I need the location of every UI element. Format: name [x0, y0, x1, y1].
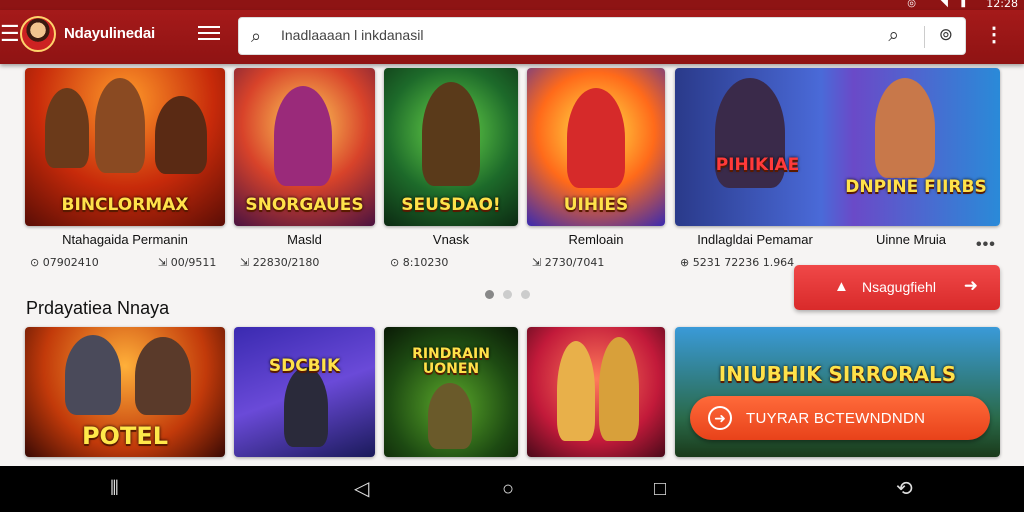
app-title: Ndayulinedai — [64, 25, 155, 42]
home-icon[interactable]: ○ — [502, 478, 514, 500]
game-card[interactable]: UIHIES — [527, 68, 665, 226]
voice-search-icon[interactable]: ⊚ — [939, 25, 953, 45]
game-stats: ⊙ 8:10230 — [390, 256, 449, 269]
game-card[interactable]: BINCLORMAX — [25, 68, 225, 226]
rotate-icon[interactable]: ⟲ — [896, 478, 913, 500]
pager-dot[interactable] — [521, 290, 530, 299]
avatar[interactable] — [20, 16, 56, 52]
drawer-edge-icon[interactable]: ☰ — [0, 22, 20, 46]
promo-button-label: TUYRAR BCTEWNDNDN — [746, 410, 926, 427]
game-card[interactable]: SDCBIK — [234, 327, 375, 457]
game-stats: ⇲ 22830/2180 — [240, 256, 320, 269]
game-card[interactable]: SEUSDAO! — [384, 68, 518, 226]
game-card-title-art: RINDRAIN UONEN — [412, 346, 490, 377]
search-icon: ⌕ — [251, 26, 262, 46]
game-name[interactable]: Masld — [234, 232, 375, 247]
pager-dot-active[interactable] — [485, 290, 494, 299]
game-card[interactable]: PIHIKIAE DNPINE FIIRBS — [675, 68, 1000, 226]
game-name[interactable]: Ntahagaida Permanin — [25, 232, 225, 247]
overview-icon[interactable]: □ — [654, 478, 666, 500]
red-action-button-label: Nsagugfiehl — [862, 279, 936, 295]
santa-hat-icon: ▲ — [834, 278, 849, 295]
game-card-title-art: PIHIKIAE — [715, 155, 800, 175]
menu-icon[interactable] — [198, 22, 220, 46]
section-title: Prdayatiea Nnaya — [26, 298, 170, 318]
status-time: 12:28 — [986, 0, 1018, 10]
promo-button[interactable]: ➜ TUYRAR BCTEWNDNDN — [690, 396, 990, 440]
game-card-title-art: BINCLORMAX — [61, 195, 189, 215]
game-stats: ⇲ 00/9511 — [158, 256, 217, 269]
game-card-title-art: SDCBIK — [268, 356, 341, 376]
game-stats: ⊙ 07902410 — [30, 256, 99, 269]
search-bar: ⌕ ⌕ ⊚ — [238, 17, 966, 55]
game-card-title-art: SNORGAUES — [245, 195, 364, 215]
search-divider — [924, 26, 925, 48]
carousel-pager[interactable] — [485, 286, 539, 304]
signal-icon: ◥ — [940, 0, 948, 9]
game-name[interactable]: Uinne Mruia — [856, 232, 966, 247]
back-icon[interactable]: ◁ — [354, 478, 369, 500]
search-input[interactable] — [281, 27, 801, 43]
status-bar: ◎ ◥ ▮ 12:28 — [0, 0, 1024, 10]
game-name[interactable]: Remloain — [527, 232, 665, 247]
game-card-title-art: INIUBHIK SIRRORALS — [718, 362, 957, 386]
game-card[interactable]: POTEL — [25, 327, 225, 457]
game-card-title-art: POTEL — [81, 422, 169, 450]
app-bar: ☰ Ndayulinedai ⌕ ⌕ ⊚ ⋮ — [0, 10, 1024, 64]
red-action-button[interactable]: ▲ Nsagugfiehl ➜ — [794, 265, 1000, 310]
game-name[interactable]: Indlagldai Pemamar — [680, 232, 830, 247]
system-nav-bar: ⦀ ◁ ○ □ ⟲ — [0, 466, 1024, 512]
recent-apps-icon[interactable]: ⦀ — [110, 478, 119, 500]
game-card-title-art: SEUSDAO! — [401, 195, 501, 215]
overflow-menu-icon[interactable]: ⋮ — [984, 25, 1004, 45]
battery-icon: ▮ — [960, 0, 966, 9]
more-options-icon[interactable]: ••• — [976, 236, 996, 254]
game-stats: ⇲ 2730/7041 — [532, 256, 605, 269]
arrow-right-icon: ➜ — [708, 406, 732, 430]
game-card[interactable]: RINDRAIN UONEN — [384, 327, 518, 457]
game-card-title-art: DNPINE FIIRBS — [845, 177, 987, 197]
pager-dot[interactable] — [503, 290, 512, 299]
search-submit-icon[interactable]: ⌕ — [888, 25, 899, 47]
wifi-icon: ◎ — [907, 0, 916, 9]
game-name[interactable]: Vnask — [384, 232, 518, 247]
game-card[interactable]: SNORGAUES — [234, 68, 375, 226]
game-card-title-art: UIHIES — [563, 195, 629, 215]
arrow-right-icon: ➜ — [963, 276, 978, 295]
game-stats: ⊕ 5231 72236 1.964 — [680, 256, 795, 269]
game-card[interactable] — [527, 327, 665, 457]
